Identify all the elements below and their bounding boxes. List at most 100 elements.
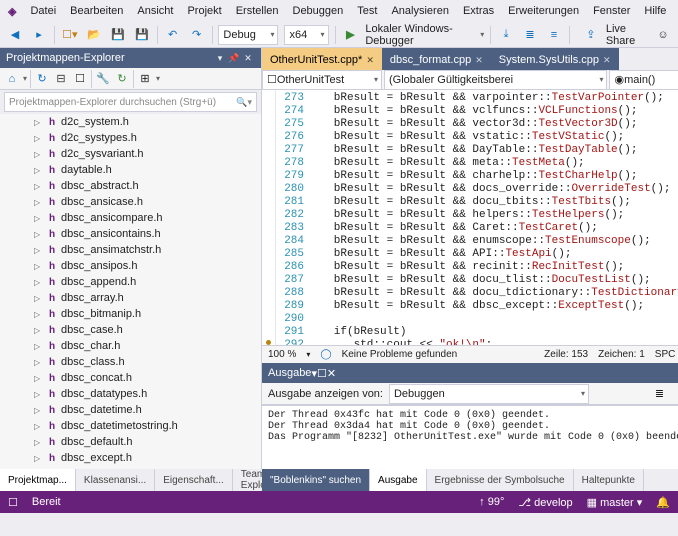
menu-hilfe[interactable]: Hilfe — [644, 5, 666, 17]
output-source-combo[interactable]: Debuggen — [389, 384, 589, 404]
solution-tree[interactable]: ▷hd2c_system.h▷hd2c_systypes.h▷hd2c_sysv… — [0, 114, 261, 469]
header-file-icon: h — [46, 340, 58, 352]
tree-item[interactable]: ▷hd2c_systypes.h — [0, 130, 261, 146]
solution-explorer-header: Projektmappen-Explorer ▾ 📌 ✕ — [0, 48, 261, 68]
header-file-icon: h — [46, 292, 58, 304]
status-temp[interactable]: ↑ 99° — [479, 496, 504, 508]
open-button[interactable]: 📂 — [85, 25, 103, 45]
config-combo[interactable]: Debug — [218, 25, 278, 45]
header-file-icon: h — [46, 164, 58, 176]
filter-icon[interactable]: ⊞ — [137, 71, 153, 87]
nav-back-button[interactable]: ◀ — [6, 25, 24, 45]
menu-projekt[interactable]: Projekt — [187, 5, 221, 17]
nav-fwd-button[interactable]: ▸ — [30, 25, 48, 45]
nav-scope-combo[interactable]: (Globaler Gültigkeitsberei — [384, 70, 607, 90]
new-button[interactable]: ☐▾ — [61, 25, 79, 45]
collapse-icon[interactable]: ⊟ — [53, 71, 69, 87]
menu-erstellen[interactable]: Erstellen — [236, 5, 279, 17]
tree-item[interactable]: ▷hdbsc_datetime.h — [0, 402, 261, 418]
status-branch[interactable]: ⎇ develop — [518, 496, 572, 509]
status-ready: Bereit — [32, 496, 61, 508]
menu-ansicht[interactable]: Ansicht — [137, 5, 173, 17]
tree-item[interactable]: ▷hdbsc_ansimatchstr.h — [0, 242, 261, 258]
liveshare-icon[interactable]: ⇪ — [582, 25, 600, 45]
editor-tab[interactable]: System.SysUtils.cpp✕ — [491, 48, 619, 70]
tree-item[interactable]: ▷hdbsc_char.h — [0, 338, 261, 354]
panel-tab[interactable]: Klassenansi... — [76, 469, 155, 491]
tree-item[interactable]: ▷hdbsc_ansipos.h — [0, 258, 261, 274]
tree-item[interactable]: ▷hd2c_system.h — [0, 114, 261, 130]
menu-analysieren[interactable]: Analysieren — [391, 5, 448, 17]
tool-tab[interactable]: Ergebnisse der Symbolsuche — [427, 469, 574, 491]
editor-tab[interactable]: OtherUnitTest.cpp*✕ — [262, 48, 382, 70]
nav-project-combo[interactable]: ☐ OtherUnitTest — [262, 70, 382, 90]
menu-debuggen[interactable]: Debuggen — [293, 5, 344, 17]
header-file-icon: h — [46, 260, 58, 272]
panel-pin-icon[interactable]: 📌 — [227, 53, 241, 64]
tree-item[interactable]: ▷hdbsc_array.h — [0, 290, 261, 306]
undo-button[interactable]: ↶ — [164, 25, 182, 45]
panel-close-icon[interactable]: ✕ — [241, 53, 255, 64]
menu-datei[interactable]: Datei — [30, 5, 56, 17]
step3-button[interactable]: ≡ — [545, 25, 563, 45]
home-icon[interactable]: ⌂ — [4, 71, 20, 87]
close-icon[interactable]: ✕ — [475, 55, 483, 66]
tool-tab[interactable]: Ausgabe — [370, 469, 426, 491]
menu-bearbeiten[interactable]: Bearbeiten — [70, 5, 123, 17]
tree-item[interactable]: ▷hdbsc_abstract.h — [0, 178, 261, 194]
output-wrap-icon[interactable]: ≡ — [673, 386, 678, 402]
step-button[interactable]: ⤓ — [497, 25, 515, 45]
start-debug-button[interactable]: ▶ — [341, 25, 359, 45]
header-file-icon: h — [46, 196, 58, 208]
panel-tab[interactable]: Eigenschaft... — [155, 469, 233, 491]
tree-item[interactable]: ▷hdbsc_append.h — [0, 274, 261, 290]
panel-tab[interactable]: Projektmap... — [0, 469, 76, 491]
tree-item[interactable]: ▷hdbsc_concat.h — [0, 370, 261, 386]
close-icon[interactable]: ✕ — [366, 55, 374, 66]
close-icon[interactable]: ✕ — [603, 55, 611, 66]
menu-extras[interactable]: Extras — [463, 5, 494, 17]
step2-button[interactable]: ≣ — [521, 25, 539, 45]
code-editor[interactable]: 2732742752762772782792802812822832842852… — [262, 90, 678, 345]
nav-member-combo[interactable]: ◉ main() — [609, 70, 678, 90]
tree-item[interactable]: ▷hdbsc_class.h — [0, 354, 261, 370]
liveshare-button[interactable]: Live Share — [606, 23, 648, 47]
refresh-icon[interactable]: ↻ — [114, 71, 130, 87]
save-button[interactable]: 💾 — [109, 25, 127, 45]
tree-item[interactable]: ▷hdaytable.h — [0, 162, 261, 178]
menu-test[interactable]: Test — [357, 5, 377, 17]
editor-tab[interactable]: dbsc_format.cpp✕ — [382, 48, 491, 70]
tree-item[interactable]: ▷hdbsc_datetimetostring.h — [0, 418, 261, 434]
solution-search-input[interactable]: Projektmappen-Explorer durchsuchen (Strg… — [4, 92, 257, 112]
tree-item[interactable]: ▷hdbsc_datatypes.h — [0, 386, 261, 402]
output-clear-icon[interactable]: ≣ — [651, 386, 667, 402]
debugger-label[interactable]: Lokaler Windows-Debugger — [365, 23, 474, 47]
status-vcs[interactable]: ▦ master ▾ — [587, 496, 643, 509]
tree-item[interactable]: ▷hdbsc_except.h — [0, 450, 261, 466]
tree-item[interactable]: ▷hdbsc_ansicase.h — [0, 194, 261, 210]
tool-tab[interactable]: "Boblenkins" suchen — [262, 469, 370, 491]
tree-item[interactable]: ▷hdbsc_default.h — [0, 434, 261, 450]
tool-tab[interactable]: Haltepunkte — [574, 469, 644, 491]
save-all-button[interactable]: 💾 — [133, 25, 151, 45]
tree-item[interactable]: ▷hdbsc_ansicontains.h — [0, 226, 261, 242]
notifications-icon[interactable]: 🔔 — [656, 496, 670, 509]
header-file-icon: h — [46, 180, 58, 192]
tree-item[interactable]: ▷hdbsc_ansicompare.h — [0, 210, 261, 226]
output-close-icon[interactable]: ✕ — [327, 367, 336, 380]
header-file-icon: h — [46, 148, 58, 160]
sync-icon[interactable]: ↻ — [34, 71, 50, 87]
menu-fenster[interactable]: Fenster — [593, 5, 630, 17]
platform-combo[interactable]: x64 — [284, 25, 328, 45]
tree-item[interactable]: ▷hdbsc_bitmanip.h — [0, 306, 261, 322]
output-pin-icon[interactable]: ☐ — [317, 367, 327, 380]
panel-menu-icon[interactable]: ▾ — [213, 53, 227, 64]
feedback-icon[interactable]: ☺ — [654, 25, 672, 45]
show-all-icon[interactable]: ☐ — [72, 71, 88, 87]
output-text[interactable]: Der Thread 0x43fc hat mit Code 0 (0x0) g… — [262, 405, 678, 469]
properties-icon[interactable]: 🔧 — [95, 71, 111, 87]
tree-item[interactable]: ▷hd2c_sysvariant.h — [0, 146, 261, 162]
tree-item[interactable]: ▷hdbsc_case.h — [0, 322, 261, 338]
redo-button[interactable]: ↷ — [188, 25, 206, 45]
menu-erweiterungen[interactable]: Erweiterungen — [508, 5, 579, 17]
